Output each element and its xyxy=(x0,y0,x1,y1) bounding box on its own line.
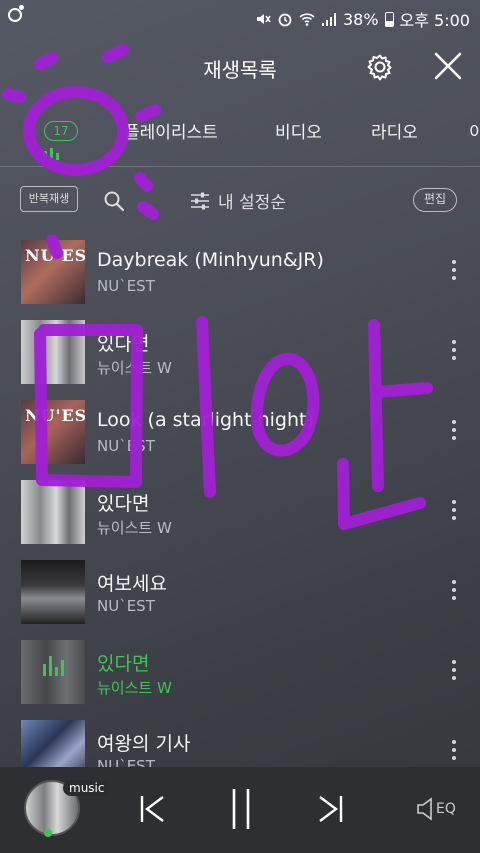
list-item[interactable]: 있다면 뉴이스트 W xyxy=(0,310,480,390)
tab-video[interactable]: 비디오 xyxy=(275,118,322,143)
mute-icon xyxy=(256,14,271,24)
battery-icon xyxy=(384,11,394,27)
sort-label: 내 설정순 xyxy=(218,193,286,213)
battery-percent: 38% xyxy=(342,9,379,29)
eq-label: EQ xyxy=(436,801,456,817)
pause-icon[interactable] xyxy=(229,787,253,831)
signal-icon xyxy=(321,13,336,26)
song-title: 있다면 xyxy=(97,333,150,355)
header: 재생목록 xyxy=(0,34,480,100)
album-cover xyxy=(21,320,85,384)
album-cover xyxy=(21,480,85,544)
next-icon[interactable] xyxy=(316,794,344,824)
status-bar: 38% 오후 5:00 xyxy=(0,0,480,34)
list-item-now-playing[interactable]: 있다면 뉴이스트 W xyxy=(0,630,480,710)
sliders-icon xyxy=(191,192,209,209)
edit-button[interactable]: 편집 xyxy=(413,188,457,212)
song-artist: NU`EST xyxy=(97,597,155,615)
gear-icon[interactable] xyxy=(366,53,394,81)
playing-bars-icon xyxy=(43,656,64,676)
song-artist: 뉴이스트 W xyxy=(97,679,172,697)
progress-indicator xyxy=(44,829,52,837)
close-icon[interactable] xyxy=(433,51,463,81)
album-cover xyxy=(21,640,85,704)
repeat-button[interactable]: 반복재생 xyxy=(20,186,78,212)
more-options-icon[interactable] xyxy=(451,500,457,522)
app-notification-icon xyxy=(8,5,24,22)
album-cover xyxy=(21,560,85,624)
song-title: 여보세요 xyxy=(97,573,167,595)
list-item[interactable]: 있다면 뉴이스트 W xyxy=(0,470,480,550)
song-title: Look (a starlight night) xyxy=(97,409,314,431)
more-options-icon[interactable] xyxy=(451,740,457,762)
album-cover: NU'EST xyxy=(21,400,85,464)
eq-button[interactable]: EQ xyxy=(416,796,456,822)
search-icon[interactable] xyxy=(103,190,125,212)
wifi-icon xyxy=(299,13,315,26)
clock: 오후 5:00 xyxy=(399,11,470,30)
equalizer-bars-icon xyxy=(44,148,59,160)
song-title: Daybreak (Minhyun&JR) xyxy=(97,249,324,271)
song-list: NU'EST Daybreak (Minhyun&JR) NU`EST 있다면 … xyxy=(0,230,480,790)
list-item[interactable]: NU'EST Daybreak (Minhyun&JR) NU`EST xyxy=(0,230,480,310)
song-title: 있다면 xyxy=(97,493,150,515)
previous-icon[interactable] xyxy=(139,794,167,824)
more-options-icon[interactable] xyxy=(451,260,457,282)
song-artist: 뉴이스트 W xyxy=(97,359,172,377)
tab-playlist[interactable]: 플레이리스트 xyxy=(124,118,218,143)
list-item[interactable]: NU'EST Look (a starlight night) NU`EST xyxy=(0,390,480,470)
more-options-icon[interactable] xyxy=(451,420,457,442)
song-artist: NU`EST xyxy=(97,277,155,295)
alarm-icon xyxy=(278,13,292,27)
song-artist: 뉴이스트 W xyxy=(97,519,172,537)
album-cover: NU'EST xyxy=(21,240,85,304)
more-options-icon[interactable] xyxy=(451,340,457,362)
music-badge: music xyxy=(63,780,111,796)
list-item[interactable]: 여보세요 NU`EST xyxy=(0,550,480,630)
sort-button[interactable]: 내 설정순 xyxy=(190,188,286,213)
song-title: 있다면 xyxy=(97,653,150,675)
more-options-icon[interactable] xyxy=(451,660,457,682)
tab-now-playing[interactable]: 17 xyxy=(44,121,78,141)
tab-more[interactable]: 이 xyxy=(469,118,480,143)
song-artist: NU`EST xyxy=(97,437,155,455)
song-title: 여왕의 기사 xyxy=(97,733,191,755)
tab-radio[interactable]: 라디오 xyxy=(371,118,418,143)
page-title: 재생목록 xyxy=(203,58,277,82)
speaker-icon xyxy=(417,797,432,821)
more-options-icon[interactable] xyxy=(451,580,457,602)
